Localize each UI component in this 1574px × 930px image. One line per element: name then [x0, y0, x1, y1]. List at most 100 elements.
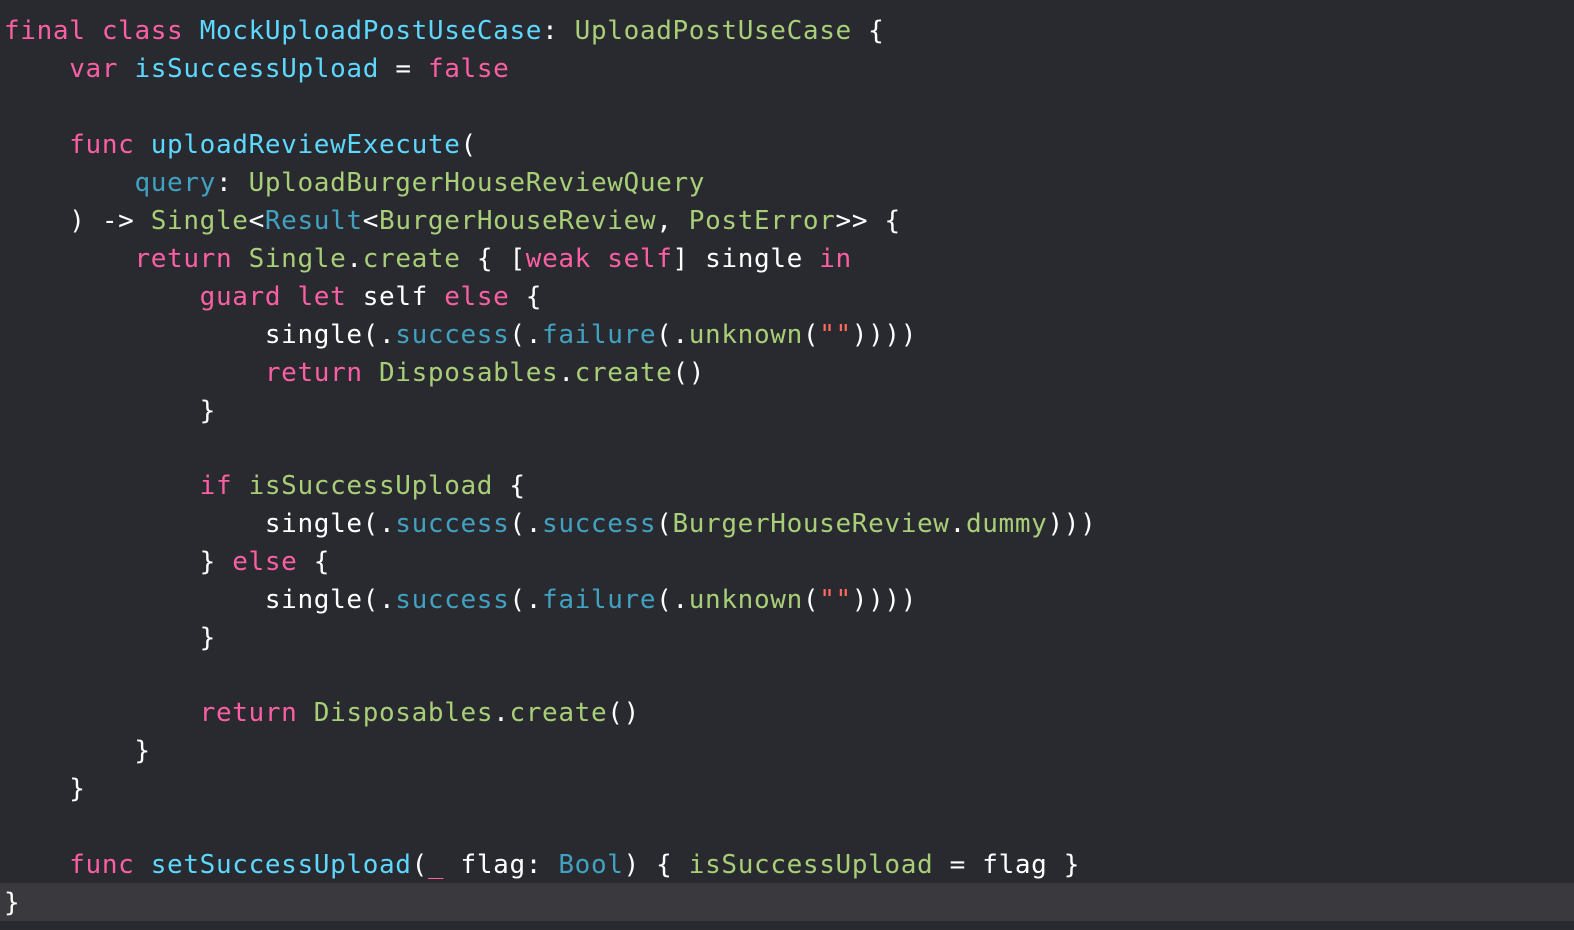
code-token: ( [460, 130, 477, 160]
code-token: { [ [460, 244, 526, 274]
code-token: ] single [672, 244, 820, 274]
code-token: var [69, 54, 119, 84]
code-token: in [819, 244, 852, 274]
code-line[interactable]: single(.success(.failure(.unknown("")))) [4, 316, 917, 354]
code-token: flag: [444, 850, 559, 880]
code-token: return [264, 358, 363, 388]
code-token: (. [509, 585, 543, 615]
code-token: success [542, 509, 657, 539]
code-token: create [362, 244, 461, 274]
code-token: Disposables [313, 698, 494, 728]
code-token: func [69, 130, 135, 160]
code-line[interactable]: } [4, 732, 151, 770]
code-token: uploadReviewExecute [150, 130, 461, 160]
code-token: )))) [851, 585, 918, 615]
code-token: setSuccessUpload [150, 850, 412, 880]
code-token: class [101, 16, 184, 46]
code-token: >> { [835, 206, 901, 236]
code-line[interactable]: } [4, 619, 216, 657]
code-token: self [607, 244, 673, 274]
code-token: final [4, 16, 86, 46]
code-token: _ [427, 850, 445, 880]
code-token: unknown [688, 320, 803, 350]
code-line[interactable]: } [4, 770, 86, 808]
code-token: self [346, 282, 445, 312]
code-token: ( [656, 509, 673, 539]
code-token: "" [819, 585, 852, 615]
code-token: { [297, 547, 331, 577]
code-token: ) -> [4, 206, 151, 236]
code-token: { [509, 282, 543, 312]
code-editor[interactable]: final class MockUploadPostUseCase: Uploa… [0, 0, 1574, 930]
code-token: isSuccessUpload [248, 471, 494, 501]
code-line[interactable]: single(.success(.success(BurgerHouseRevi… [4, 505, 1096, 543]
code-token: (. [656, 320, 689, 350]
code-line[interactable]: ) -> Single<Result<BurgerHouseReview, Po… [4, 202, 901, 240]
code-token: query [134, 168, 216, 198]
code-token: = flag } [933, 850, 1081, 880]
code-token: return [199, 698, 298, 728]
code-token: { [851, 16, 885, 46]
code-token: single(. [4, 509, 396, 539]
code-token: weak [525, 244, 591, 274]
code-token: < [362, 206, 380, 236]
code-token: isSuccessUpload [134, 54, 380, 84]
code-line[interactable]: } else { [4, 543, 330, 581]
code-token: failure [542, 320, 657, 350]
code-line[interactable]: func uploadReviewExecute( [4, 126, 477, 164]
code-token: success [395, 320, 510, 350]
code-token: success [395, 509, 510, 539]
code-token: ( [802, 320, 820, 350]
code-token: () [607, 698, 640, 728]
code-token: UploadPostUseCase [574, 16, 852, 46]
code-token: ( [411, 850, 428, 880]
code-token: (. [509, 320, 543, 350]
code-token: { [493, 471, 526, 501]
code-token: return [134, 244, 233, 274]
code-token: < [248, 206, 265, 236]
code-line[interactable]: var isSuccessUpload = false [4, 50, 509, 88]
code-token: . [346, 244, 363, 274]
code-token: dummy [965, 509, 1048, 539]
code-token: UploadBurgerHouseReviewQuery [248, 168, 706, 198]
code-line[interactable]: final class MockUploadPostUseCase: Uploa… [4, 12, 884, 50]
code-token: } [4, 736, 151, 766]
code-line[interactable]: func setSuccessUpload(_ flag: Bool) { is… [4, 846, 1080, 884]
code-token: (. [509, 509, 543, 539]
code-token: single(. [4, 320, 396, 350]
code-token: guard [199, 282, 282, 312]
code-token: . [558, 358, 575, 388]
code-line[interactable]: single(.success(.failure(.unknown("")))) [4, 581, 917, 619]
code-line[interactable]: query: UploadBurgerHouseReviewQuery [4, 164, 705, 202]
code-token: Bool [558, 850, 624, 880]
code-token: = [379, 54, 428, 84]
code-line[interactable]: return Single.create { [weak self] singl… [4, 240, 852, 278]
code-line[interactable]: return Disposables.create() [4, 354, 705, 392]
code-token: single(. [4, 585, 396, 615]
code-token: success [395, 585, 510, 615]
code-line[interactable]: return Disposables.create() [4, 694, 640, 732]
code-line[interactable]: guard let self else { [4, 278, 542, 316]
code-token: unknown [688, 585, 803, 615]
current-line-highlight [0, 883, 1574, 921]
code-token: . [949, 509, 966, 539]
code-token: else [232, 547, 298, 577]
code-line[interactable]: } [4, 392, 216, 430]
code-token: BurgerHouseReview [379, 206, 657, 236]
code-line[interactable]: if isSuccessUpload { [4, 467, 526, 505]
code-token: create [509, 698, 608, 728]
code-line[interactable]: } [4, 884, 20, 922]
code-token: BurgerHouseReview [672, 509, 950, 539]
